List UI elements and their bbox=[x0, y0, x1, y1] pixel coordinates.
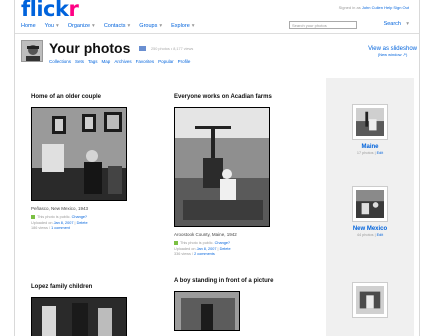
nav-organize[interactable]: Organize ▾ bbox=[68, 23, 95, 29]
set-thumbnail[interactable] bbox=[352, 186, 388, 222]
nav-contacts-label: Contacts bbox=[103, 23, 126, 29]
chevron-down-icon: ▾ bbox=[127, 23, 131, 29]
subnav-tags[interactable]: Tags bbox=[88, 59, 98, 64]
uploaded-prefix: Uploaded on bbox=[31, 220, 53, 225]
nav-home-label: Home bbox=[21, 23, 36, 29]
sets-sidebar: Maine 17 photos | Edit New Mexico 44 pho… bbox=[326, 78, 414, 336]
top-bar: flickr Home You ▾ Organize ▾ Contacts ▾ Gro… bbox=[15, 0, 419, 32]
comments-link[interactable]: 1 comment bbox=[51, 226, 70, 230]
photo-title[interactable]: Lopez family children bbox=[31, 284, 141, 291]
set-name[interactable]: New Mexico bbox=[326, 226, 414, 232]
help-link[interactable]: Help bbox=[384, 5, 392, 10]
photos-subnav: Collections Sets Tags Map Archives Favor… bbox=[49, 59, 190, 64]
chevron-down-icon: ▾ bbox=[92, 23, 95, 29]
photo-count: 250 photos • 8,177 views bbox=[151, 47, 194, 51]
photo-thumbnail[interactable] bbox=[174, 107, 270, 227]
logo-main: flick bbox=[21, 0, 69, 21]
nav-explore-label: Explore bbox=[171, 23, 190, 29]
public-icon bbox=[31, 215, 35, 219]
subnav-popular[interactable]: Popular bbox=[158, 59, 174, 64]
set-meta: 17 photos | Edit bbox=[356, 151, 384, 155]
photo-title[interactable]: Home of an older couple bbox=[31, 94, 141, 101]
photo-title[interactable]: Everyone works on Acadian farms bbox=[174, 94, 314, 101]
chevron-down-icon: ▾ bbox=[191, 23, 195, 29]
subnav-map[interactable]: Map bbox=[102, 59, 111, 64]
slideshow-sub: (New window ↗) bbox=[377, 52, 408, 57]
uploaded-date-link[interactable]: Jan 8, 2007 bbox=[54, 221, 74, 225]
photo-meta: This photo is public. Change? Uploaded o… bbox=[174, 241, 231, 256]
photo-thumbnail[interactable] bbox=[174, 291, 240, 331]
flickr-logo[interactable]: flickr bbox=[21, 0, 79, 21]
public-text: This photo is public. bbox=[37, 215, 71, 219]
set-item[interactable]: Maine 17 photos | Edit bbox=[326, 104, 414, 155]
signed-in-prefix: Signed in as bbox=[338, 5, 361, 10]
set-meta: 44 photos | Edit bbox=[356, 233, 384, 237]
divider bbox=[15, 33, 419, 34]
chevron-down-icon: ▾ bbox=[159, 23, 163, 29]
nav-home[interactable]: Home bbox=[21, 23, 36, 29]
flickr-window: flickr Home You ▾ Organize ▾ Contacts ▾ Gro… bbox=[14, 0, 420, 336]
photo-description: Aroostook County, Maine, 1942 bbox=[174, 232, 237, 237]
set-count: 17 photos bbox=[356, 151, 374, 155]
public-text: This photo is public. bbox=[180, 241, 214, 245]
photo-item: A boy standing in front of a picture bbox=[174, 278, 314, 331]
chevron-down-icon[interactable]: ▾ bbox=[406, 21, 409, 27]
photo-description: Peñasco, New Mexico, 1943 bbox=[31, 206, 89, 211]
photostream-icon[interactable] bbox=[139, 46, 146, 51]
change-privacy-link[interactable]: Change? bbox=[215, 241, 230, 245]
views-count: 186 views bbox=[31, 226, 48, 230]
set-name[interactable]: Maine bbox=[326, 144, 414, 150]
public-icon bbox=[174, 241, 178, 245]
search-button[interactable]: Search bbox=[384, 21, 401, 27]
photo-item: Lopez family children bbox=[31, 284, 141, 336]
page-title: Your photos bbox=[49, 40, 131, 56]
subnav-profile[interactable]: Profile bbox=[178, 59, 191, 64]
subnav-archives[interactable]: Archives bbox=[114, 59, 131, 64]
delete-link[interactable]: Delete bbox=[220, 247, 231, 251]
nav-contacts[interactable]: Contacts ▾ bbox=[104, 23, 130, 29]
nav-you-label: You bbox=[44, 23, 54, 29]
sign-out-link[interactable]: Sign Out bbox=[393, 5, 409, 10]
chevron-down-icon: ▾ bbox=[55, 23, 59, 29]
main-nav: Home You ▾ Organize ▾ Contacts ▾ Groups ▾ Ex… bbox=[21, 23, 195, 29]
nav-organize-label: Organize bbox=[67, 23, 91, 29]
nav-explore[interactable]: Explore ▾ bbox=[171, 23, 194, 29]
subnav-collections[interactable]: Collections bbox=[49, 59, 71, 64]
change-privacy-link[interactable]: Change? bbox=[72, 215, 87, 219]
logo-r: r bbox=[68, 0, 79, 21]
set-edit-link[interactable]: Edit bbox=[377, 233, 384, 237]
set-count: 44 photos bbox=[356, 233, 374, 237]
set-thumbnail[interactable] bbox=[352, 104, 388, 140]
subnav-favorites[interactable]: Favorites bbox=[136, 59, 155, 64]
page-header: Your photos 250 photos • 8,177 views Col… bbox=[21, 38, 417, 68]
photo-title[interactable]: A boy standing in front of a picture bbox=[174, 278, 274, 285]
signed-in-user-link[interactable]: John Culien bbox=[362, 5, 383, 10]
nav-groups-label: Groups bbox=[139, 23, 158, 29]
set-thumbnail[interactable] bbox=[352, 282, 388, 318]
comments-link[interactable]: 2 comments bbox=[194, 252, 215, 256]
subnav-sets[interactable]: Sets bbox=[75, 59, 84, 64]
views-count: 336 views bbox=[174, 252, 191, 256]
photo-thumbnail[interactable] bbox=[31, 297, 127, 336]
uploaded-prefix: Uploaded on bbox=[174, 246, 196, 251]
signed-in-bar: Signed in as John Culien Help Sign Out bbox=[339, 5, 409, 10]
slideshow-link[interactable]: View as slideshow (New window ↗) bbox=[368, 46, 417, 57]
nav-you[interactable]: You ▾ bbox=[45, 23, 59, 29]
set-edit-link[interactable]: Edit bbox=[377, 151, 384, 155]
search-input[interactable]: Search your photos bbox=[289, 21, 357, 29]
uploaded-date-link[interactable]: Jan 8, 2007 bbox=[197, 247, 217, 251]
nav-groups[interactable]: Groups ▾ bbox=[139, 23, 162, 29]
photo-item: Everyone works on Acadian farms Aroostoo… bbox=[174, 94, 314, 258]
photo-thumbnail[interactable] bbox=[31, 107, 127, 201]
photostream: Home of an older couple Peñasco, New Mex… bbox=[15, 78, 419, 336]
photo-meta: This photo is public. Change? Uploaded o… bbox=[31, 215, 88, 230]
delete-link[interactable]: Delete bbox=[77, 221, 88, 225]
buddy-icon[interactable] bbox=[21, 40, 43, 62]
photo-item: Home of an older couple Peñasco, New Mex… bbox=[31, 94, 141, 232]
set-item[interactable]: New Mexico 44 photos | Edit bbox=[326, 186, 414, 237]
set-item[interactable] bbox=[326, 282, 414, 318]
